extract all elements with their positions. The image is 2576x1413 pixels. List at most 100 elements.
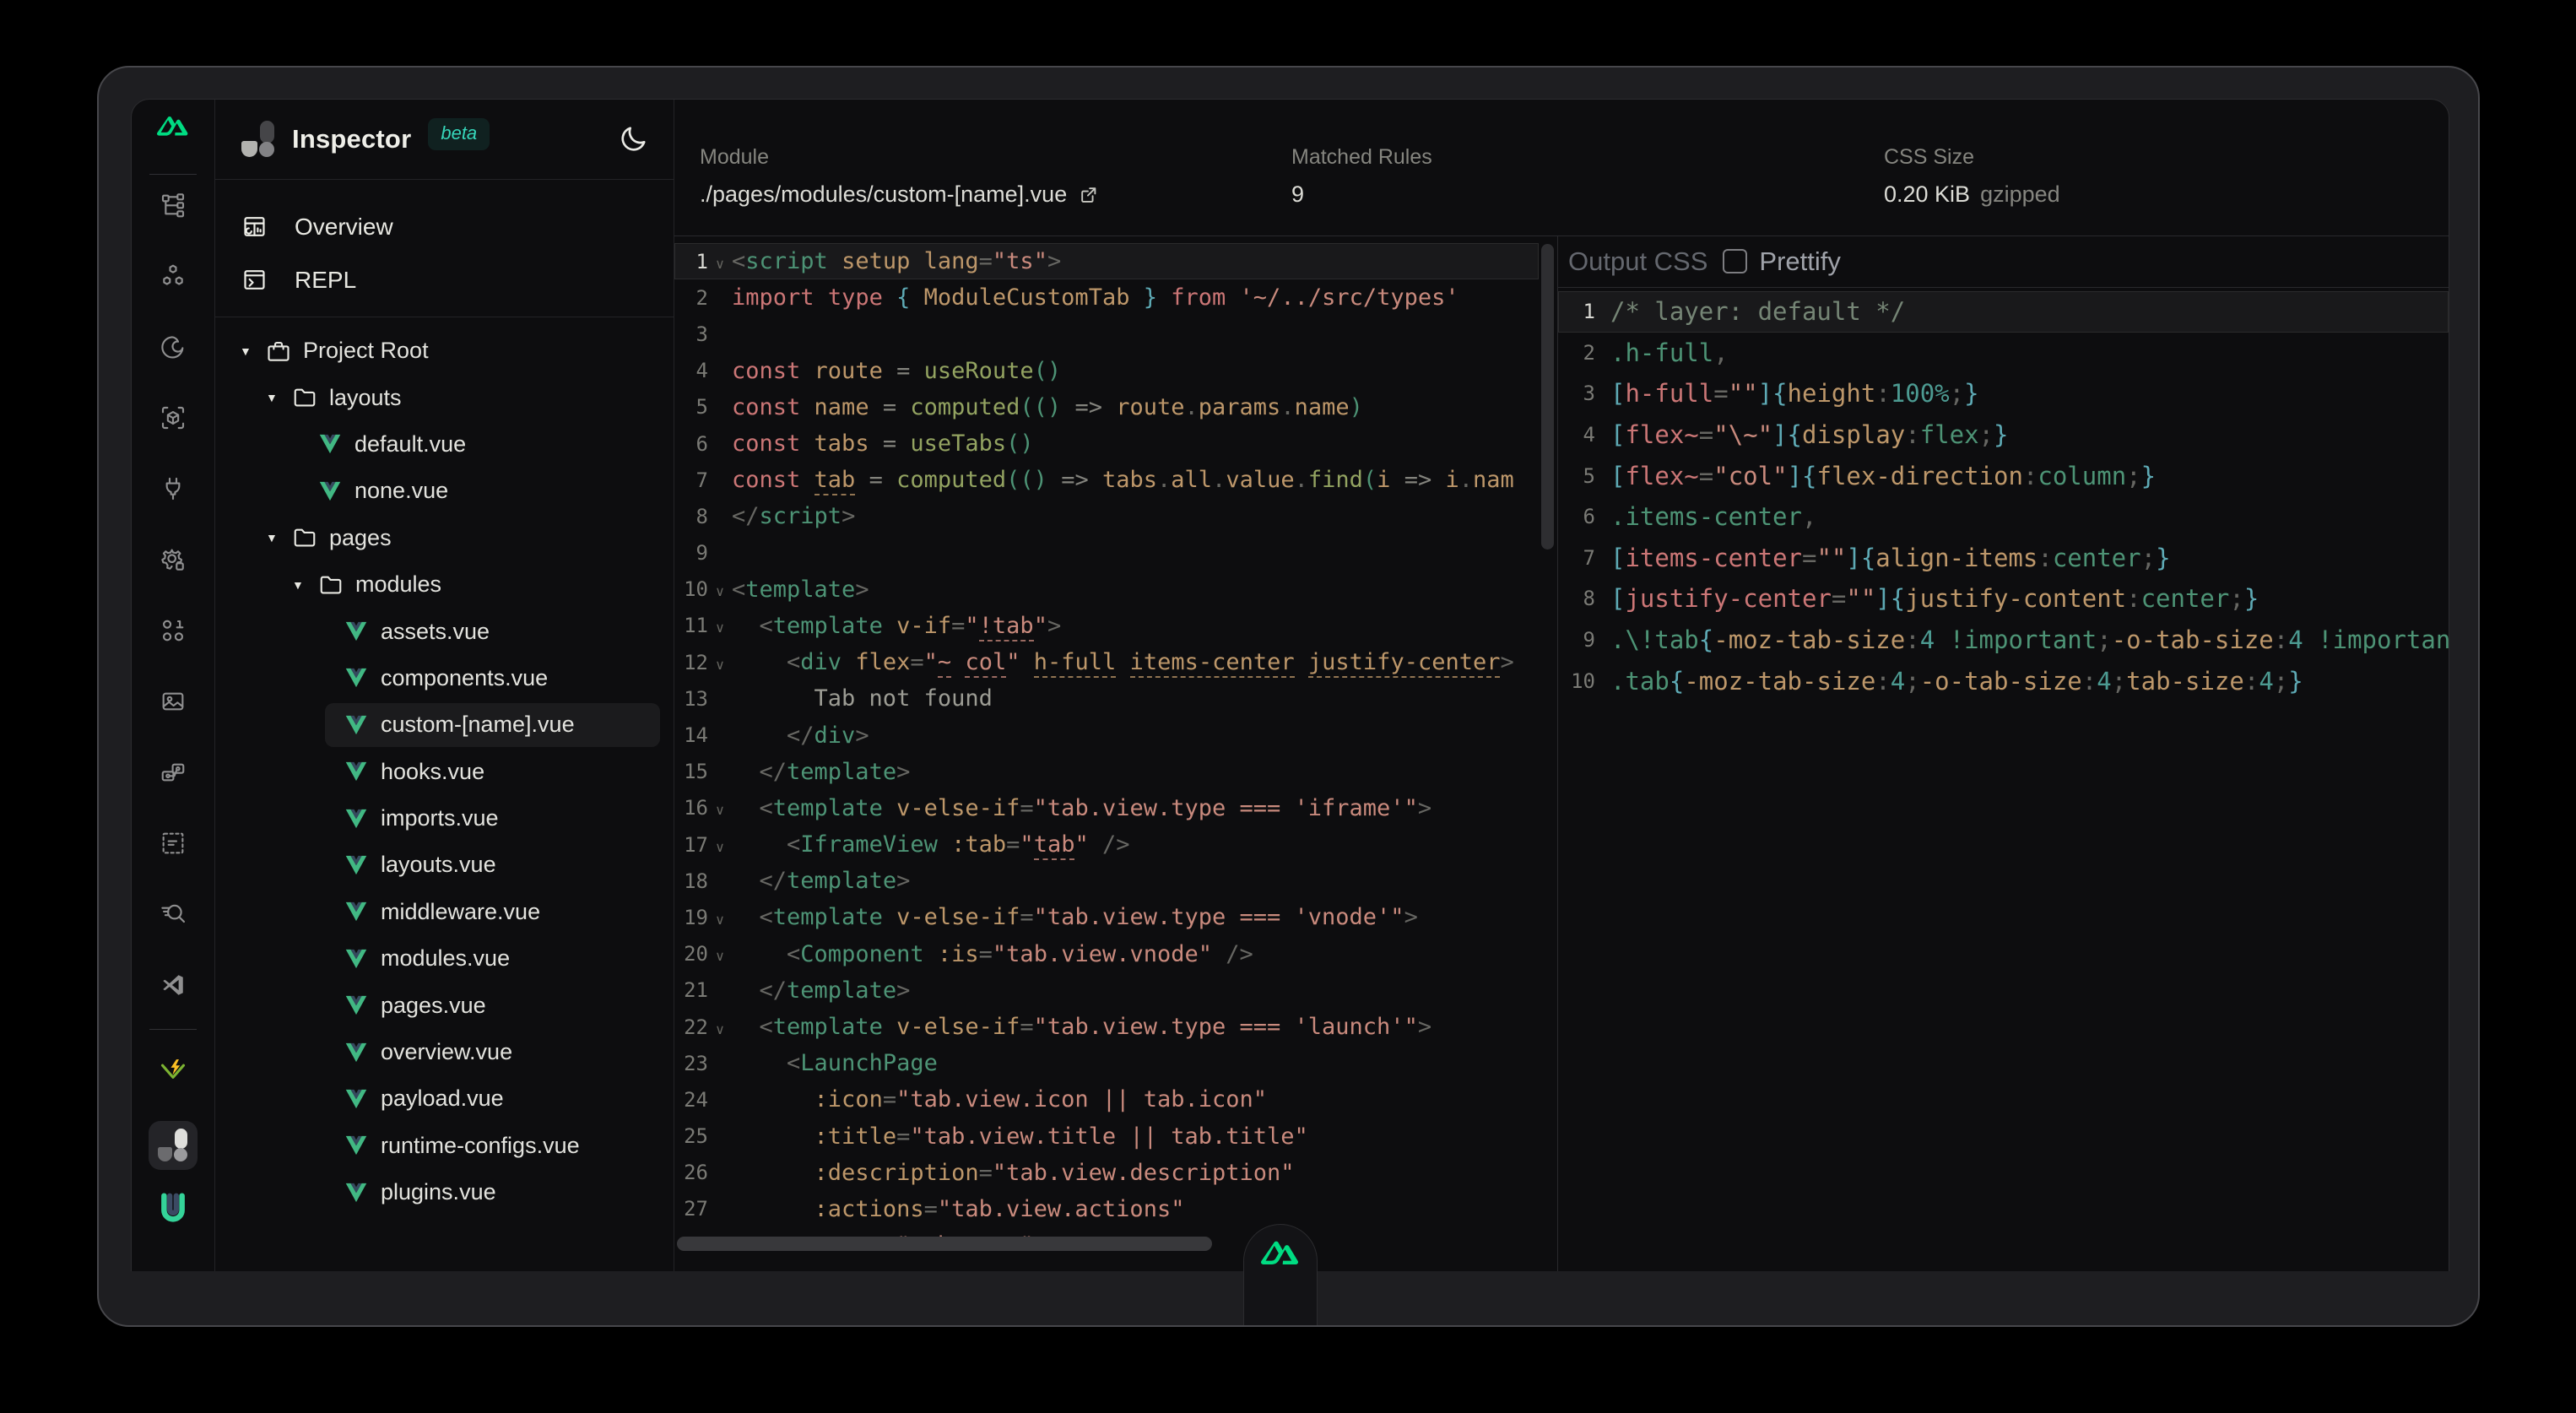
sidebar-item-open-graph[interactable] (153, 823, 193, 864)
tree-item-modules-vue[interactable]: modules.vue (214, 935, 674, 982)
fold-chevron-icon[interactable]: ∨ (708, 652, 732, 674)
prettify-checkbox[interactable] (1723, 249, 1747, 273)
nav-item-repl[interactable]: REPL (214, 253, 674, 306)
sidebar-item-nuxt-home[interactable] (153, 106, 193, 146)
vue-file-icon (317, 430, 344, 457)
modules-icon (160, 404, 187, 431)
tree-item-components-vue[interactable]: components.vue (214, 655, 674, 701)
fold-chevron-icon[interactable]: ∨ (708, 251, 732, 273)
plugins-icon (160, 475, 187, 502)
sidebar-rail (132, 100, 215, 1274)
nav-label: Overview (295, 214, 393, 241)
line-number: 19 (674, 906, 708, 929)
fold-chevron-icon[interactable]: ∨ (708, 797, 732, 819)
fold-gutter (708, 1134, 732, 1139)
fold-chevron-icon[interactable]: ∨ (708, 578, 732, 600)
open-in-editor-icon[interactable] (1077, 183, 1100, 206)
vue-file-icon (317, 478, 344, 505)
sidebar-item-vite-tab[interactable] (153, 1051, 193, 1091)
vue-file-icon (343, 992, 370, 1019)
expand-arrow-icon[interactable]: ▼ (266, 391, 291, 404)
css-size-value: 0.20 KiB (1884, 181, 1970, 208)
tree-item-imports-vue[interactable]: imports.vue (214, 795, 674, 842)
sidebar-item-runtime-configs[interactable] (153, 539, 193, 580)
tree-item-project-root[interactable]: ▼Project Root (214, 328, 674, 374)
tree-item-hooks-vue[interactable]: hooks.vue (214, 749, 674, 795)
fold-gutter (708, 1097, 732, 1102)
sidebar-item-server-routes[interactable] (153, 752, 193, 793)
tree-item-label: middleware.vue (381, 899, 540, 925)
rail-divider (149, 1029, 197, 1030)
vue-file-icon (343, 852, 370, 879)
module-label: Module (700, 145, 1100, 170)
code-line-15: 15 </template> (674, 754, 1539, 790)
tree-item-label: none.vue (354, 478, 448, 504)
code-line-10: 10.tab{-moz-tab-size:4;-o-tab-size:4;tab… (1558, 660, 2449, 701)
editor-vertical-scrollbar[interactable] (1541, 244, 1554, 550)
tree-item-label: pages (329, 525, 392, 551)
tree-item-layouts-vue[interactable]: layouts.vue (214, 842, 674, 888)
line-number: 17 (674, 833, 708, 857)
tree-item-custom-name-vue[interactable]: custom-[name].vue (214, 701, 674, 748)
code-line-18: 18 </template> (674, 863, 1539, 899)
vscode-icon (160, 972, 186, 998)
sidebar-item-plugins[interactable] (153, 468, 193, 509)
tree-item-middleware-vue[interactable]: middleware.vue (214, 889, 674, 935)
line-number: 4 (1558, 423, 1595, 447)
sidebar-item-unocss-tab[interactable] (153, 1125, 193, 1166)
code-line-6: 6const tabs = useTabs() (674, 425, 1539, 462)
fold-chevron-icon[interactable]: ∨ (708, 834, 732, 856)
expand-arrow-icon[interactable]: ▼ (240, 344, 265, 358)
tree-item-payload-vue[interactable]: payload.vue (214, 1075, 674, 1122)
code-line-25: 25 :title="tab.view.title || tab.title" (674, 1118, 1539, 1155)
sidebar-item-modules[interactable] (153, 398, 193, 438)
expand-arrow-icon[interactable]: ▼ (292, 578, 317, 592)
inspector-nav: Overview REPL (214, 180, 674, 317)
vue-file-icon (343, 758, 370, 785)
line-number: 9 (674, 541, 708, 565)
fold-chevron-icon[interactable]: ∨ (708, 614, 732, 636)
tree-item-assets-vue[interactable]: assets.vue (214, 608, 674, 654)
code-line-3: 3[h-full=""]{height:100%;} (1558, 373, 2449, 414)
tree-item-pages[interactable]: ▼ pages (214, 515, 674, 561)
sidebar-item-vscode[interactable] (153, 965, 193, 1005)
dark-mode-toggle[interactable] (618, 124, 648, 154)
tree-item-layouts[interactable]: ▼layouts (214, 374, 674, 420)
code-line-2: 2.h-full, (1558, 333, 2449, 374)
expand-arrow-icon[interactable]: ▼ (266, 531, 291, 544)
fold-gutter (708, 733, 732, 738)
css-size-suffix: gzipped (1980, 181, 2060, 208)
editor-horizontal-scrollbar[interactable] (677, 1237, 1212, 1251)
line-number: 10 (674, 577, 708, 601)
sidebar-item-components[interactable] (153, 256, 193, 296)
line-number: 7 (1558, 546, 1595, 570)
tree-item-plugins-vue[interactable]: plugins.vue (214, 1169, 674, 1215)
module-stat: Module ./pages/modules/custom-[name].vue (700, 100, 1100, 236)
tree-item-pages-vue[interactable]: pages.vue (214, 982, 674, 1028)
nav-item-overview[interactable]: Overview (214, 200, 674, 253)
sidebar-item-payload[interactable] (153, 610, 193, 651)
tree-item-default-vue[interactable]: default.vue (214, 421, 674, 468)
nuxt-home-icon (157, 114, 189, 138)
tree-item-none-vue[interactable]: none.vue (214, 468, 674, 514)
tree-item-modules[interactable]: ▼modules (214, 561, 674, 608)
sidebar-item-virtual-files[interactable] (153, 894, 193, 934)
fold-chevron-icon[interactable]: ∨ (708, 1016, 732, 1038)
rail-divider (149, 174, 197, 175)
sidebar-item-imports[interactable] (153, 327, 193, 367)
devtools-toggle-button[interactable] (1243, 1224, 1318, 1327)
sidebar-item-assets[interactable] (153, 681, 193, 722)
fold-chevron-icon[interactable]: ∨ (708, 907, 732, 928)
fold-gutter (708, 1061, 732, 1066)
fold-gutter (708, 404, 732, 409)
code-line-10: 10∨<template> (674, 571, 1539, 608)
folder-icon (291, 384, 318, 411)
code-line-13: 13 Tab not found (674, 680, 1539, 717)
code-line-14: 14 </div> (674, 717, 1539, 753)
sidebar-item-pages[interactable] (153, 185, 193, 225)
sidebar-item-unplugin-tab[interactable] (153, 1189, 193, 1230)
fold-chevron-icon[interactable]: ∨ (708, 943, 732, 965)
tree-item-runtime-configs-vue[interactable]: runtime-configs.vue (214, 1123, 674, 1169)
code-line-9: 9.\!tab{-moz-tab-size:4 !important;-o-ta… (1558, 620, 2449, 661)
tree-item-overview-vue[interactable]: overview.vue (214, 1029, 674, 1075)
